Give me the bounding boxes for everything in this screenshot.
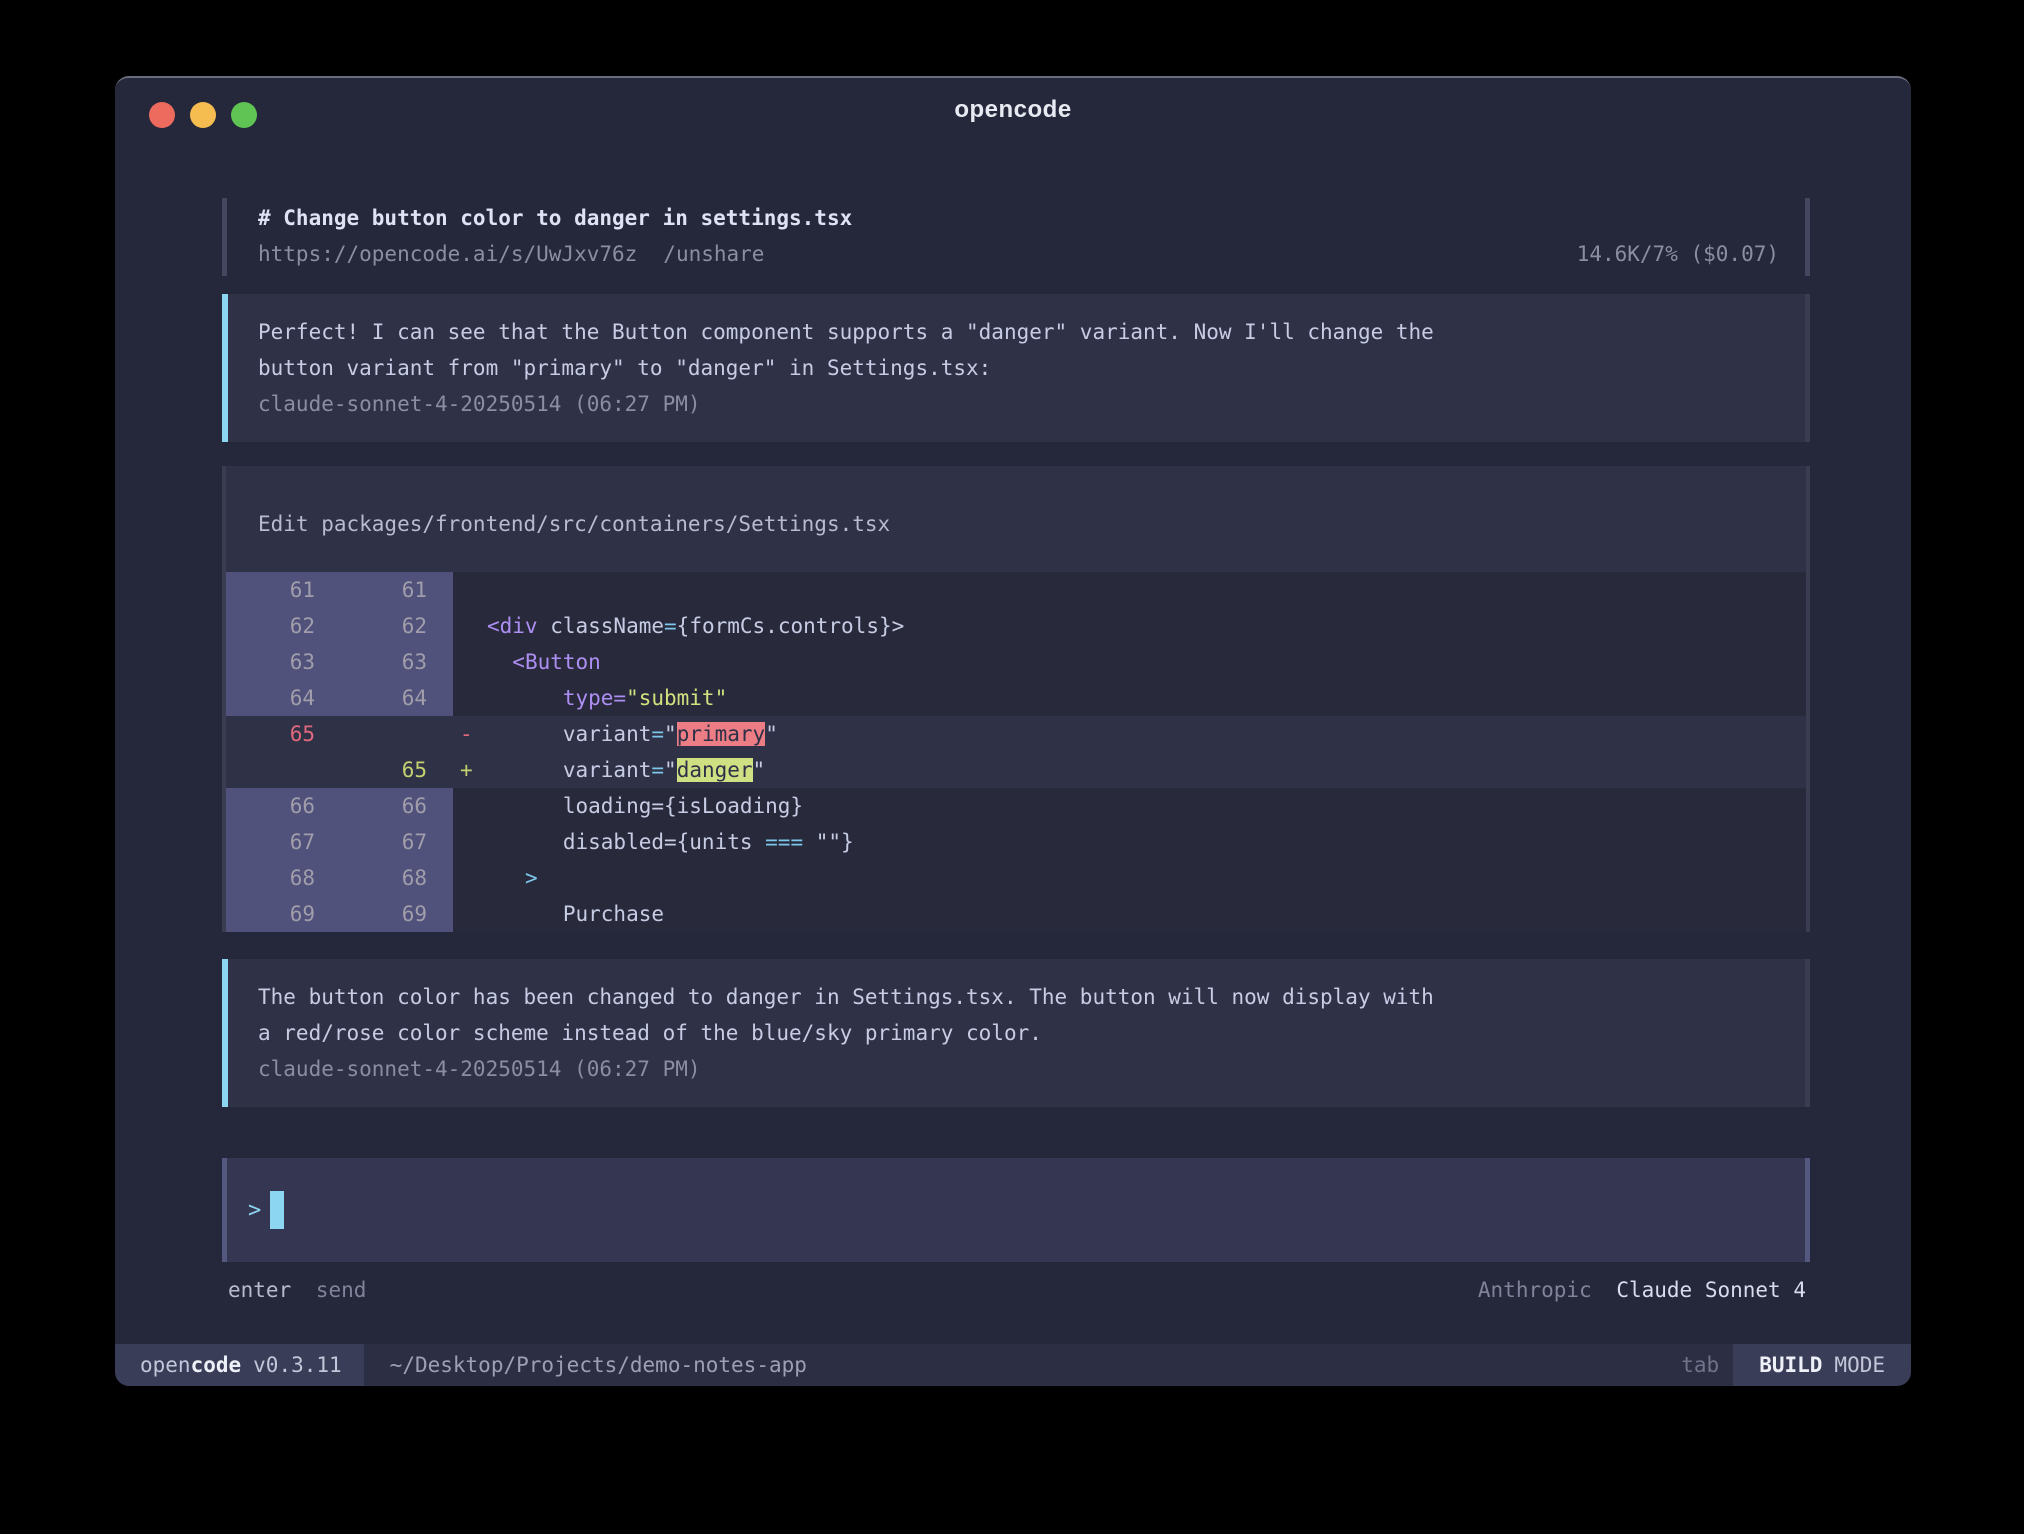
edit-file-title: Edit packages/frontend/src/containers/Se… [226,466,1806,572]
session-header: # Change button color to danger in setti… [222,198,1810,276]
line-number-old: 61 [226,572,341,608]
line-number-old: 63 [226,644,341,680]
line-number-new: 61 [341,572,453,608]
tab-key-hint: tab [1681,1344,1719,1386]
diff-row: 6262 <div className={formCs.controls}> [226,608,1806,644]
diff-marker [453,824,487,860]
diff-row: 65 - variant="primary" [226,716,1806,752]
prompt-input[interactable]: > [222,1158,1810,1262]
diff-marker [453,608,487,644]
line-number-old: 66 [226,788,341,824]
window-title: opencode [115,96,1911,124]
diff-marker [453,788,487,824]
line-number-old: 64 [226,680,341,716]
code-line: type="submit" [487,680,1806,716]
session-title: # Change button color to danger in setti… [258,200,1779,236]
message-line: button variant from "primary" to "danger… [258,350,1779,386]
line-number-new: 64 [341,680,453,716]
line-number-new: 67 [341,824,453,860]
code-line: > [487,860,1806,896]
titlebar: opencode [115,78,1911,140]
diff-marker [453,860,487,896]
app-version-segment: opencode v0.3.11 [115,1344,364,1386]
message-meta: claude-sonnet-4-20250514 (06:27 PM) [258,1051,1779,1087]
mode-indicator: BUILD MODE [1733,1344,1911,1386]
app-name: open [140,1353,191,1377]
diff-rows: 61616262 <div className={formCs.controls}… [226,572,1806,932]
diff-marker [453,644,487,680]
code-line: variant="danger" [487,752,1806,788]
diff-row: 6464 type="submit" [226,680,1806,716]
share-url[interactable]: https://opencode.ai/s/UwJxv76z [258,236,637,272]
diff-row: 6868 > [226,860,1806,896]
status-bar: opencode v0.3.11 ~/Desktop/Projects/demo… [115,1344,1911,1386]
line-number-old: 68 [226,860,341,896]
diff-row: 6666 loading={isLoading} [226,788,1806,824]
code-line: loading={isLoading} [487,788,1806,824]
unshare-command[interactable]: /unshare [663,236,764,272]
line-number-new: 66 [341,788,453,824]
opencode-window: opencode # Change button color to danger… [115,76,1911,1386]
assistant-message: The button color has been changed to dan… [222,959,1810,1107]
code-line: Purchase [487,896,1806,932]
line-number-new [341,716,453,752]
code-line [487,572,1806,608]
diff-marker: - [453,716,487,752]
diff-marker [453,680,487,716]
message-line: Perfect! I can see that the Button compo… [258,314,1779,350]
code-line: variant="primary" [487,716,1806,752]
line-number-new: 63 [341,644,453,680]
code-line: disabled={units === ""} [487,824,1806,860]
diff-marker [453,896,487,932]
send-action-hint: send [316,1278,367,1302]
line-number-new: 65 [341,752,453,788]
line-number-new: 68 [341,860,453,896]
line-number-old: 62 [226,608,341,644]
code-line: <Button [487,644,1806,680]
message-line: a red/rose color scheme instead of the b… [258,1015,1779,1051]
token-usage: 14.6K/7% ($0.07) [1577,236,1779,272]
line-number-new: 69 [341,896,453,932]
edit-tool-card: Edit packages/frontend/src/containers/Se… [222,466,1810,932]
message-line: The button color has been changed to dan… [258,979,1779,1015]
line-number-old [226,752,341,788]
line-number-old: 67 [226,824,341,860]
diff-row: 6969 Purchase [226,896,1806,932]
line-number-new: 62 [341,608,453,644]
diff-row: 6363 <Button [226,644,1806,680]
diff-row: 6161 [226,572,1806,608]
diff-row: 65+ variant="danger" [226,752,1806,788]
diff-row: 6767 disabled={units === ""} [226,824,1806,860]
app-version: v0.3.11 [253,1353,342,1377]
line-number-old: 69 [226,896,341,932]
diff-marker: + [453,752,487,788]
message-meta: claude-sonnet-4-20250514 (06:27 PM) [258,386,1779,422]
prompt-symbol: > [248,1198,261,1223]
working-directory: ~/Desktop/Projects/demo-notes-app [390,1344,807,1386]
code-line: <div className={formCs.controls}> [487,608,1806,644]
assistant-message: Perfect! I can see that the Button compo… [222,294,1810,442]
diff-marker [453,572,487,608]
text-cursor [270,1191,284,1229]
model-label: Claude Sonnet 4 [1616,1278,1806,1302]
enter-key-hint: enter [228,1278,291,1302]
hints-row: enter send Anthropic Claude Sonnet 4 [222,1272,1810,1308]
line-number-old: 65 [226,716,341,752]
provider-label: Anthropic [1478,1278,1592,1302]
